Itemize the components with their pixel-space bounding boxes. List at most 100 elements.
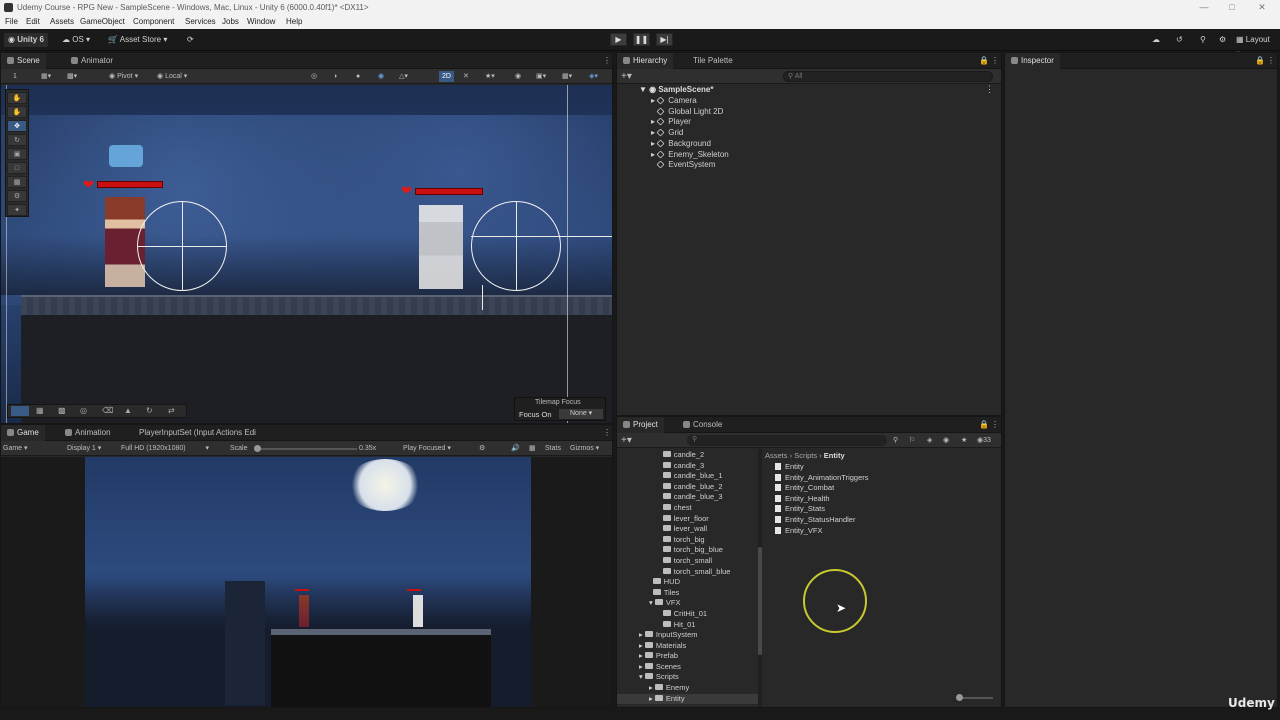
tile-picker-icon[interactable]: ◎: [80, 406, 87, 415]
tree-item[interactable]: Hit_01: [617, 620, 759, 631]
rect-tool-icon[interactable]: □: [7, 162, 27, 174]
hierarchy-item-grid[interactable]: ▸ Grid: [651, 127, 683, 138]
scale-slider[interactable]: [254, 445, 357, 452]
close-button[interactable]: ✕: [1248, 0, 1276, 15]
menu-file[interactable]: File: [5, 15, 18, 29]
tree-item[interactable]: lever_floor: [617, 514, 759, 525]
asset-file-item[interactable]: Entity_VFX: [775, 526, 995, 537]
tab-animator[interactable]: Animator: [65, 53, 119, 69]
scale-tool-icon[interactable]: ▣: [7, 148, 27, 160]
tree-item[interactable]: torch_small: [617, 556, 759, 567]
hand-tool-icon[interactable]: ✋: [7, 106, 27, 118]
hierarchy-search-input[interactable]: ⚲ All: [783, 71, 993, 82]
add-object-button[interactable]: +▾: [621, 71, 632, 82]
tile-paint-icon[interactable]: ▦: [36, 406, 44, 415]
stats-button[interactable]: Stats: [545, 443, 561, 454]
icon-size-slider[interactable]: [956, 694, 993, 701]
hidden-packages-icon[interactable]: ◉: [943, 435, 949, 446]
maximize-button[interactable]: □: [1218, 0, 1246, 15]
tree-item[interactable]: Tiles: [617, 588, 759, 599]
tab-console[interactable]: Console: [677, 417, 728, 433]
tab-tile-palette[interactable]: Tile Palette: [687, 53, 739, 69]
tree-item[interactable]: ▸ InputSystem: [617, 630, 759, 641]
asset-file-item[interactable]: Entity_StatusHandler: [775, 515, 995, 526]
scene-menu-icon[interactable]: ⋮: [597, 53, 617, 69]
tile-rotate-icon[interactable]: ↻: [146, 406, 153, 415]
tree-item[interactable]: torch_big: [617, 535, 759, 546]
tree-item[interactable]: candle_3: [617, 461, 759, 472]
hierarchy-item-camera[interactable]: ▸ Camera: [651, 95, 697, 106]
audio-mute-icon[interactable]: ✕: [463, 71, 469, 82]
tree-item[interactable]: ▸ Scenes: [617, 662, 759, 673]
asset-file-item[interactable]: Entity_Health: [775, 494, 995, 505]
play-mode-dropdown[interactable]: Play Focused ▾: [403, 443, 451, 454]
breadcrumb-assets[interactable]: Assets: [765, 451, 788, 460]
tree-item[interactable]: ▸ Prefab: [617, 651, 759, 662]
asset-file-item[interactable]: Entity_Combat: [775, 483, 995, 494]
scene-root[interactable]: ▼ ◉ SampleScene*: [639, 84, 713, 95]
tab-project[interactable]: Project: [617, 417, 664, 433]
hierarchy-item-background[interactable]: ▸ Background: [651, 138, 711, 149]
scene-viewport[interactable]: ❤ ❤ Tilemap Focus Focus On None ▾ ▦ ▩ ◎ …: [1, 85, 612, 423]
game-menu-icon[interactable]: ⋮: [597, 425, 617, 441]
step-button[interactable]: ▶|: [656, 33, 673, 46]
hierarchy-item-global-light[interactable]: Global Light 2D: [651, 106, 723, 117]
tree-item[interactable]: ▸ Entity: [617, 693, 759, 705]
favorites-icon[interactable]: ◈: [927, 435, 932, 446]
account-button[interactable]: ◉ Unity 6: [4, 33, 48, 47]
create-asset-button[interactable]: +▾: [621, 435, 632, 446]
lighting-icon[interactable]: ◉: [378, 71, 384, 82]
menu-services[interactable]: Services: [185, 15, 216, 29]
search-by-label-icon[interactable]: ⚐: [909, 435, 915, 446]
game-view-dropdown[interactable]: Game ▾: [3, 443, 28, 454]
expand-caret-icon[interactable]: ▾: [639, 672, 645, 681]
sphere-icon[interactable]: ●: [356, 71, 360, 82]
tree-item[interactable]: ▸ Materials: [617, 641, 759, 652]
tree-item[interactable]: candle_blue_1: [617, 471, 759, 482]
version-control-icon[interactable]: ⟳: [183, 33, 198, 47]
platform-dropdown[interactable]: ☁ OS ▾: [58, 33, 94, 47]
extra-tool-icon[interactable]: ✦: [7, 204, 27, 216]
tile-fill-icon[interactable]: ▲: [124, 406, 132, 415]
expand-caret-icon[interactable]: ▸: [639, 641, 645, 650]
game-viewport[interactable]: [85, 457, 531, 707]
settings-icon[interactable]: ⚙: [1215, 33, 1230, 47]
expand-caret-icon[interactable]: ▸: [639, 630, 645, 639]
minimize-button[interactable]: —: [1190, 0, 1218, 15]
tree-item[interactable]: chest: [617, 503, 759, 514]
search-icon[interactable]: ⚲: [1196, 33, 1210, 47]
tab-hierarchy[interactable]: Hierarchy: [617, 53, 674, 69]
tree-item[interactable]: ▾ VFX: [617, 598, 759, 609]
move-tool-icon[interactable]: ✥: [7, 120, 27, 132]
layer-number[interactable]: 1: [13, 71, 17, 82]
view-tool-icon[interactable]: ✋: [7, 92, 27, 104]
fx-icon[interactable]: ★▾: [485, 71, 495, 82]
tab-scene[interactable]: Scene: [1, 53, 46, 69]
tree-item[interactable]: torch_small_blue: [617, 567, 759, 578]
tree-item[interactable]: lever_wall: [617, 524, 759, 535]
gizmos-icon[interactable]: ▦▾: [562, 71, 572, 82]
tree-item[interactable]: CritHit_01: [617, 609, 759, 620]
hierarchy-item-eventsystem[interactable]: EventSystem: [651, 159, 715, 170]
hierarchy-menu-icon[interactable]: ⋮: [985, 53, 1005, 69]
gizmos-dropdown[interactable]: Gizmos ▾: [570, 443, 599, 454]
expand-caret-icon[interactable]: ▾: [649, 598, 655, 607]
tile-erase-icon[interactable]: ⌫: [102, 406, 113, 415]
layout-dropdown[interactable]: ▦ Layout ▾: [1232, 33, 1280, 58]
menu-window[interactable]: Window: [247, 15, 275, 29]
breadcrumb-entity[interactable]: Entity: [824, 451, 845, 460]
menu-edit[interactable]: Edit: [26, 15, 40, 29]
history-icon[interactable]: ↺: [1172, 33, 1187, 47]
pivot-dropdown[interactable]: ◉ Pivot ▾: [109, 71, 138, 82]
tile-box-icon[interactable]: ▩: [58, 406, 66, 415]
tree-item[interactable]: candle_2: [617, 450, 759, 461]
tree-item[interactable]: HUD: [617, 577, 759, 588]
asset-store-dropdown[interactable]: 🛒 Asset Store ▾: [104, 33, 171, 47]
tree-item[interactable]: torch_big_blue: [617, 545, 759, 556]
hierarchy-item-player[interactable]: ▸ Player: [651, 116, 691, 127]
display-dropdown[interactable]: Display 1 ▾: [67, 443, 101, 454]
tree-scrollbar[interactable]: [758, 449, 762, 707]
transform-tool-icon[interactable]: ▩: [7, 176, 27, 188]
draw-mode-icon[interactable]: ◎: [311, 71, 317, 82]
expand-caret-icon[interactable]: ▸: [649, 683, 655, 692]
